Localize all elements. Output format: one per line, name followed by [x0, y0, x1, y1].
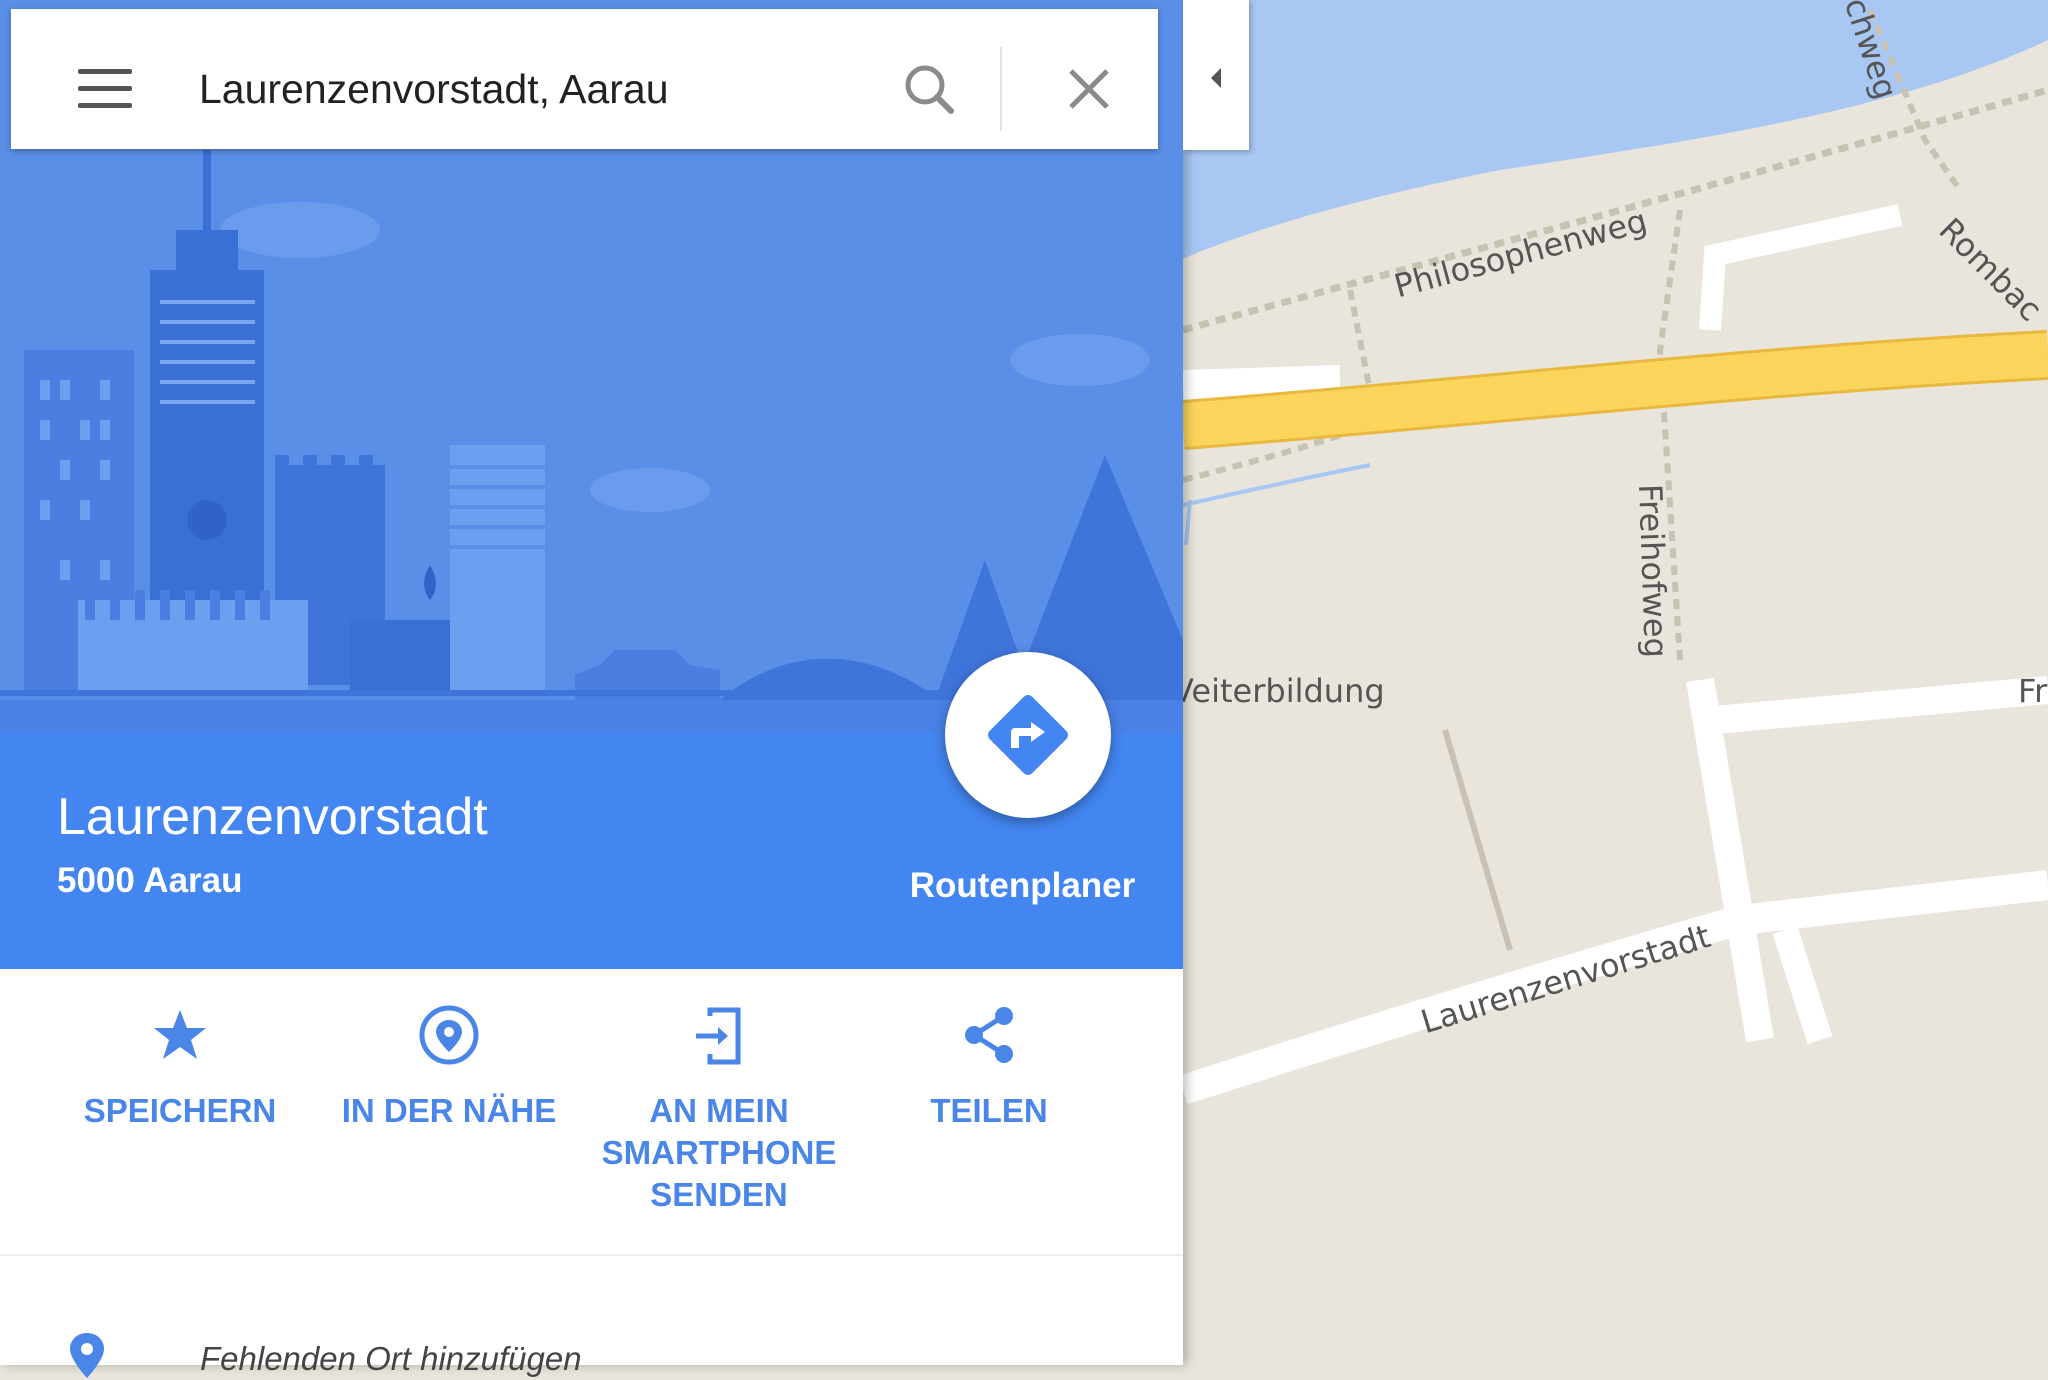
save-button[interactable]: SPEICHERN	[55, 1000, 305, 1132]
place-panel: Laurenzenvorstadt 5000 Aarau Routenplane…	[0, 0, 1183, 1378]
street-label-freihofweg: Freihofweg	[1631, 483, 1676, 659]
star-icon	[154, 1010, 206, 1059]
chevron-left-icon	[1211, 68, 1221, 88]
search-icon	[905, 65, 954, 114]
close-icon	[1069, 69, 1109, 109]
menu-button[interactable]	[59, 53, 149, 123]
send-to-phone-label: AN MEIN SMARTPHONE SENDEN	[601, 1092, 837, 1213]
add-missing-place-link[interactable]: Fehlenden Ort hinzufügen	[0, 1290, 1183, 1378]
search-input[interactable]	[197, 53, 861, 125]
share-icon	[965, 1007, 1013, 1063]
nearby-pin-icon	[419, 1005, 479, 1065]
street-label-fr: Fr	[2018, 672, 2048, 710]
share-label: TEILEN	[930, 1092, 1048, 1129]
clear-search-button[interactable]	[1047, 49, 1131, 129]
send-to-phone-button[interactable]: AN MEIN SMARTPHONE SENDEN	[594, 1000, 844, 1216]
search-divider	[1000, 47, 1002, 131]
collapse-panel-button[interactable]	[1183, 0, 1249, 150]
save-label: SPEICHERN	[83, 1092, 277, 1129]
nearby-button[interactable]: IN DER NÄHE	[324, 1000, 574, 1132]
add-missing-place-label: Fehlenden Ort hinzufügen	[200, 1340, 582, 1377]
route-planner-label[interactable]: Routenplaner	[895, 866, 1150, 906]
pin-icon	[70, 1333, 104, 1378]
poi-label-weiterbildung: Veiterbildung	[1172, 672, 1385, 710]
route-planner-button[interactable]	[945, 652, 1111, 818]
send-to-phone-icon	[696, 1007, 741, 1065]
divider	[0, 1254, 1183, 1256]
search-button[interactable]	[887, 49, 971, 129]
directions-icon	[988, 695, 1068, 775]
nearby-label: IN DER NÄHE	[341, 1092, 557, 1129]
share-button[interactable]: TEILEN	[864, 1000, 1114, 1132]
place-title: Laurenzenvorstadt	[57, 788, 488, 846]
place-address: 5000 Aarau	[57, 861, 243, 900]
search-box	[11, 9, 1158, 149]
